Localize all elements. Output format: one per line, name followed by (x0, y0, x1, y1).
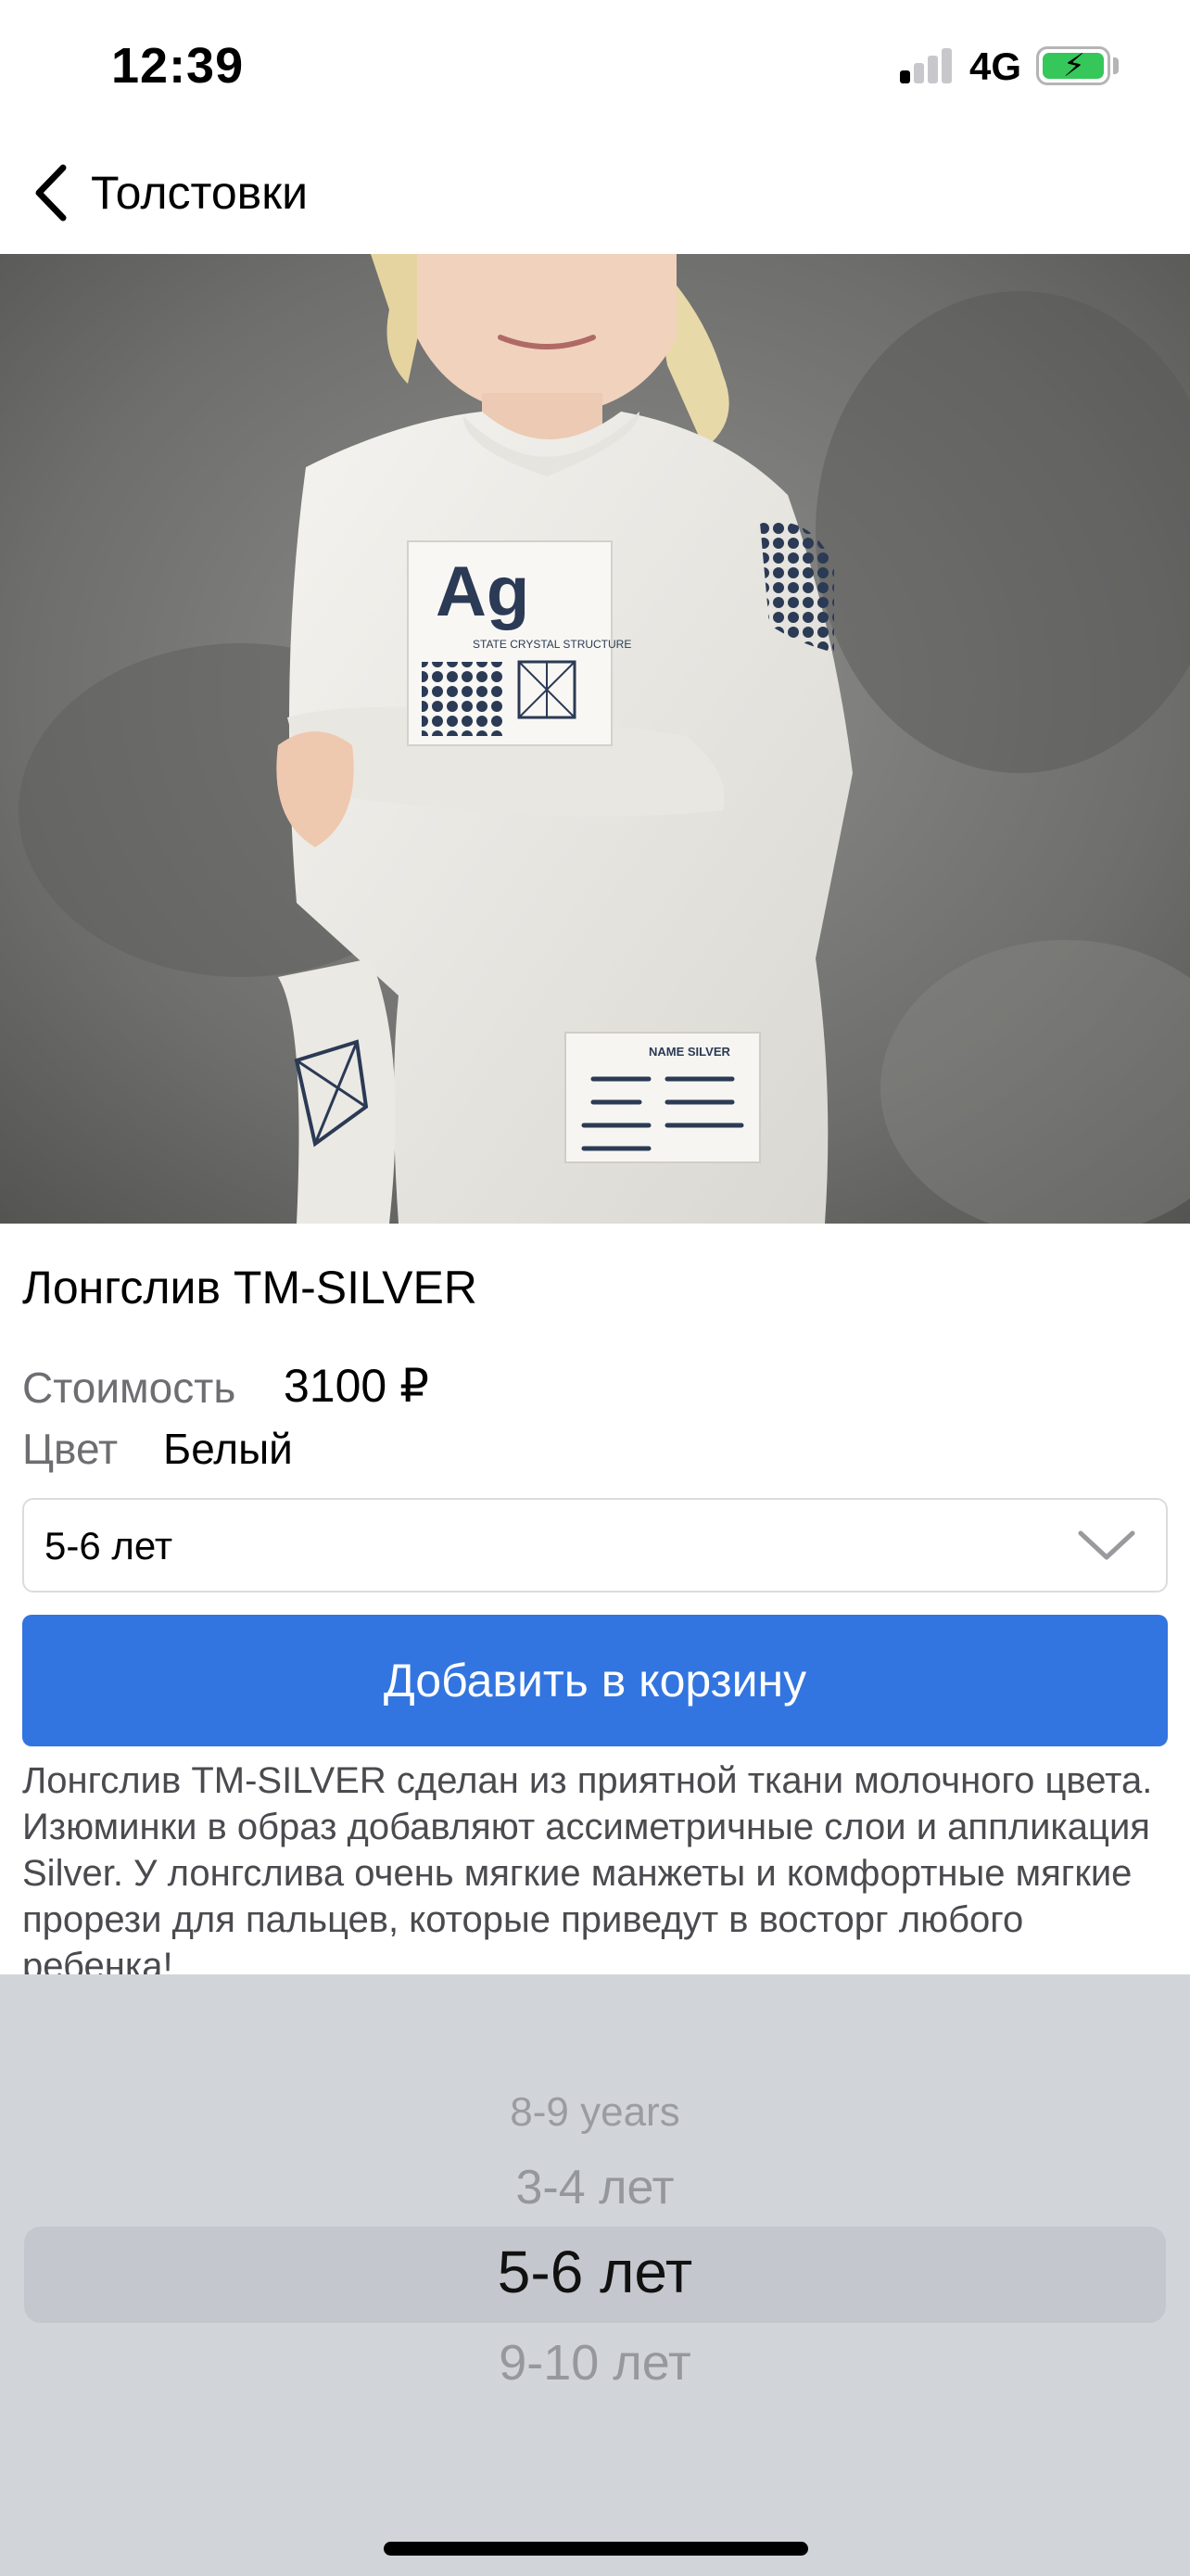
product-photo: Ag STATE CRYSTAL STRUCTURE NAME SILVER (0, 254, 1190, 1224)
back-button[interactable]: Толстовки (28, 156, 308, 230)
add-to-cart-button[interactable]: Добавить в корзину (22, 1615, 1168, 1746)
size-select[interactable]: 5-6 лет (22, 1498, 1168, 1593)
svg-text:STATE CRYSTAL STRUCTURE: STATE CRYSTAL STRUCTURE (473, 638, 631, 651)
home-indicator (384, 2542, 808, 2556)
svg-text:Ag: Ag (436, 552, 529, 631)
product-description: Лонгслив TM-SILVER сделан из приятной тк… (22, 1760, 1153, 1974)
svg-text:NAME SILVER: NAME SILVER (649, 1045, 730, 1059)
back-label: Толстовки (91, 167, 309, 219)
size-select-value: 5-6 лет (44, 1524, 173, 1567)
price-value: 3100 ₽ (284, 1360, 429, 1412)
battery-icon: ⚡ (1036, 46, 1110, 85)
status-bar: 12:39 4G ⚡ (0, 0, 1190, 137)
color-label: Цвет (22, 1425, 119, 1473)
size-picker[interactable]: 8-9 years 3-4 лет 5-6 лет 9-10 лет (0, 1974, 1190, 2576)
price-row: Стоимость 3100 ₽ (22, 1360, 429, 1413)
picker-option[interactable]: 9-10 лет (0, 2334, 1190, 2392)
picker-option-selected[interactable]: 5-6 лет (0, 2238, 1190, 2306)
color-row: Цвет Белый (22, 1424, 293, 1474)
battery-cap (1113, 57, 1119, 74)
picker-option[interactable]: 8-9 years (0, 2089, 1190, 2136)
cellular-signal-icon (900, 48, 954, 83)
price-label: Стоимость (22, 1364, 236, 1412)
nav-bar: Толстовки (0, 137, 1190, 254)
product-image: Ag STATE CRYSTAL STRUCTURE NAME SILVER (0, 254, 1190, 1224)
chevron-left-icon (35, 164, 67, 222)
status-time: 12:39 (111, 38, 245, 94)
chevron-down-icon (1078, 1530, 1135, 1560)
product-title: Лонгслив TM-SILVER (22, 1262, 477, 1313)
network-type: 4G (969, 44, 1022, 88)
picker-option[interactable]: 3-4 лет (0, 2160, 1190, 2215)
charging-bolt-icon: ⚡ (1063, 48, 1085, 83)
color-value: Белый (163, 1425, 293, 1473)
